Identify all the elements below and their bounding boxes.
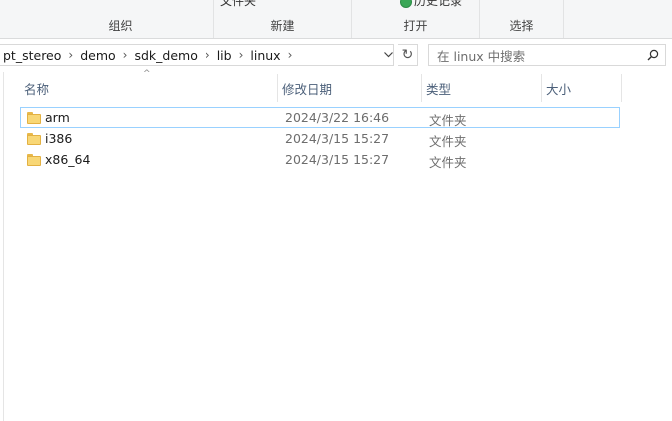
chevron-down-icon xyxy=(383,52,393,58)
file-date: 2024/3/15 15:27 xyxy=(285,131,390,146)
file-name: arm xyxy=(45,110,70,125)
column-header-name[interactable]: 名称 xyxy=(20,74,278,102)
search-placeholder: 在 linux 中搜索 xyxy=(437,48,526,64)
ribbon-group-label: 新建 xyxy=(270,19,295,33)
file-row-x86_64[interactable]: x86_64 2024/3/15 15:27 文件夹 xyxy=(20,149,620,170)
breadcrumb-item[interactable]: lib xyxy=(212,48,237,63)
ribbon-group-open: 历史记录 打开 xyxy=(352,0,480,38)
ribbon-group-organize: 组织 xyxy=(28,0,214,38)
ribbon: 组织 文件夹 新建 历史记录 打开 选择 xyxy=(0,0,672,39)
folder-icon xyxy=(27,133,41,145)
folder-icon xyxy=(27,112,41,124)
refresh-button[interactable]: ↻ xyxy=(398,44,418,66)
new-folder-button[interactable]: 文件夹 xyxy=(220,0,256,9)
file-type: 文件夹 xyxy=(429,113,467,128)
file-date: 2024/3/22 16:46 xyxy=(285,110,390,125)
column-header-size[interactable]: 大小 xyxy=(542,74,622,102)
column-headers: 名称 修改日期 类型 大小 xyxy=(20,74,624,102)
file-type: 文件夹 xyxy=(429,155,467,170)
folder-icon xyxy=(27,154,41,166)
ribbon-group-select: 选择 xyxy=(480,0,564,38)
chevron-right-icon[interactable]: › xyxy=(121,48,130,62)
ribbon-group-label: 组织 xyxy=(108,19,133,33)
history-button[interactable]: 历史记录 xyxy=(400,0,462,9)
navigation-pane-edge[interactable] xyxy=(0,72,4,421)
breadcrumb-item[interactable]: demo xyxy=(75,48,120,63)
ribbon-group-label: 打开 xyxy=(403,19,428,33)
chevron-right-icon[interactable]: › xyxy=(203,48,212,62)
column-header-type[interactable]: 类型 xyxy=(422,74,542,102)
file-row-i386[interactable]: i386 2024/3/15 15:27 文件夹 xyxy=(20,128,620,149)
column-header-date[interactable]: 修改日期 xyxy=(278,74,422,102)
chevron-right-icon[interactable]: › xyxy=(286,48,295,62)
ribbon-group-label: 选择 xyxy=(509,19,534,33)
file-list: arm 2024/3/22 16:46 文件夹 i386 2024/3/15 1… xyxy=(20,107,620,170)
chevron-right-icon[interactable]: › xyxy=(66,48,75,62)
address-bar: pt_stereo › demo › sdk_demo › lib › linu… xyxy=(0,40,672,72)
breadcrumb-item[interactable]: sdk_demo xyxy=(129,48,202,63)
search-icon[interactable] xyxy=(641,45,665,65)
file-name: x86_64 xyxy=(45,152,91,167)
file-row-arm[interactable]: arm 2024/3/22 16:46 文件夹 xyxy=(20,107,620,128)
address-dropdown-button[interactable] xyxy=(380,44,396,66)
breadcrumb[interactable]: pt_stereo › demo › sdk_demo › lib › linu… xyxy=(0,44,394,66)
chevron-right-icon[interactable]: › xyxy=(237,48,246,62)
ribbon-group-new: 文件夹 新建 xyxy=(214,0,352,38)
search-input[interactable]: 在 linux 中搜索 xyxy=(428,44,666,66)
file-name: i386 xyxy=(45,131,73,146)
history-label: 历史记录 xyxy=(414,0,463,8)
history-icon xyxy=(400,0,412,8)
file-type: 文件夹 xyxy=(429,134,467,149)
breadcrumb-item[interactable]: linux xyxy=(245,48,285,63)
breadcrumb-item[interactable]: pt_stereo xyxy=(0,48,66,63)
file-date: 2024/3/15 15:27 xyxy=(285,152,390,167)
